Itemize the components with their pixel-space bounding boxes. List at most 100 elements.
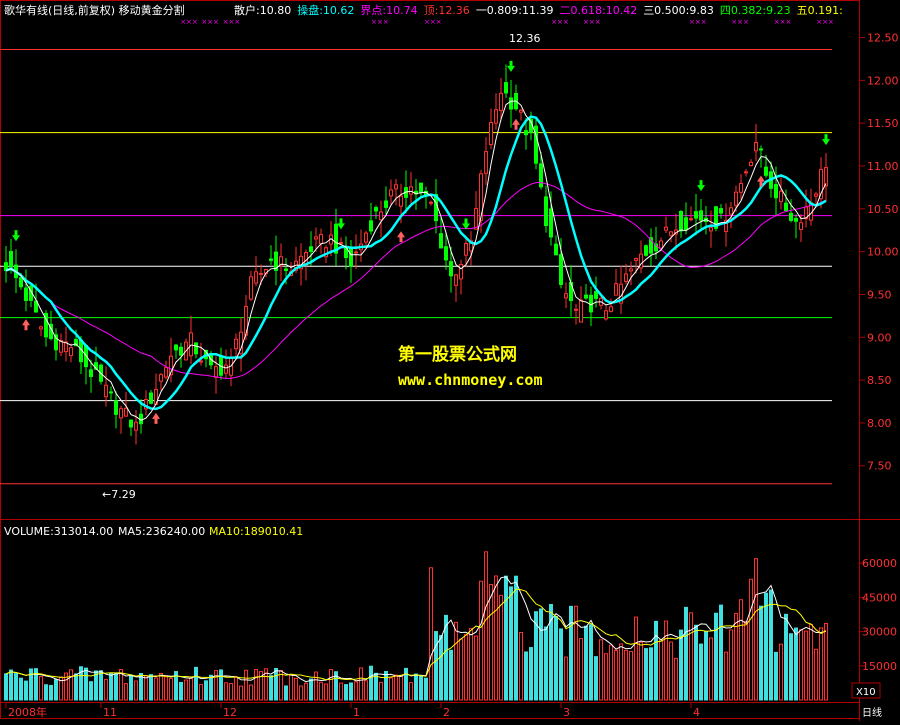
candle-body	[774, 184, 778, 199]
volume-bars	[4, 551, 828, 701]
volume-bar	[414, 673, 418, 701]
volume-bar	[494, 575, 498, 701]
candle-body	[604, 310, 608, 320]
price-axis: 12.50 12.00 11.50 11.00 10.50 10.00 9.50 9.00 8.…	[860, 32, 899, 473]
volume-axis: 60000 45000 30000 15000	[860, 557, 897, 673]
volume-bar	[719, 604, 723, 701]
volume-bar	[589, 624, 593, 701]
volume-bar	[254, 669, 258, 701]
candle-body	[199, 360, 203, 363]
candle-body	[319, 234, 323, 245]
volume-bar	[449, 649, 453, 701]
candle-body	[629, 268, 633, 272]
candle-body	[129, 419, 133, 428]
volume-bar	[639, 641, 643, 701]
volume-bar	[684, 606, 688, 701]
volume-bar	[624, 649, 628, 701]
volume-bar	[799, 629, 803, 701]
volume-bar	[419, 675, 423, 701]
price-tick-label: 9.00	[867, 331, 892, 344]
volume-bar	[694, 624, 698, 701]
candle-body	[789, 212, 793, 221]
date-tick-label: 3	[563, 706, 570, 719]
volume-bar	[389, 677, 393, 701]
candle-body	[159, 374, 163, 382]
watermark-url: www.chnmoney.com	[398, 371, 543, 389]
candle-body	[309, 246, 313, 252]
candle-body	[754, 142, 758, 152]
volume-bar	[219, 669, 223, 701]
candle-body	[24, 287, 28, 301]
candle-body	[679, 211, 683, 232]
volume-bar	[294, 677, 298, 701]
volume-bar	[144, 675, 148, 701]
volume-bar	[814, 648, 818, 701]
ma-mid-line	[5, 115, 827, 411]
volume-bar	[209, 674, 213, 701]
candle-body	[69, 347, 73, 357]
volume-bar	[424, 677, 428, 701]
candle-body	[524, 130, 528, 136]
buy-arrow	[397, 231, 405, 243]
price-tick-label: 10.50	[867, 203, 899, 216]
volume-bar	[49, 684, 53, 701]
volume-ma5: MA5:236240.00	[118, 525, 205, 538]
signal-mark: ×××	[424, 18, 442, 26]
volume-bar	[619, 643, 623, 701]
volume-bar	[299, 685, 303, 701]
volume-bar	[349, 682, 353, 701]
date-tick-label: 12	[223, 706, 237, 719]
header-level-6: 二0.618:10.42	[560, 4, 638, 17]
volume-bar	[574, 605, 578, 701]
volume-bar	[439, 635, 443, 701]
kline-chart[interactable]: 歌华有线(日线,前复权) 移动黄金分割 散户:10.80 操盘:10.62 界点:1…	[0, 0, 900, 721]
candle-body	[439, 233, 443, 249]
candle-body	[794, 217, 798, 222]
volume-bar	[224, 682, 228, 701]
volume-bar	[29, 668, 33, 701]
volume-bar	[4, 673, 8, 701]
candle-body	[164, 367, 168, 378]
candle-body	[609, 306, 613, 312]
candle-body	[419, 182, 423, 194]
volume-bar	[234, 676, 238, 701]
candle-body	[489, 122, 493, 146]
header-levels: 散户:10.80 操盘:10.62 界点:10.74 顶:12.36 一0.809:11…	[234, 3, 843, 17]
candle-body	[799, 222, 803, 230]
volume-bar	[384, 670, 388, 701]
chart-title: 歌华有线(日线,前复权) 移动黄金分割	[4, 3, 185, 17]
candle-body	[19, 277, 23, 288]
candle-body	[664, 226, 668, 231]
candle-body	[589, 294, 593, 313]
candle-body	[634, 258, 638, 261]
volume-bar	[804, 630, 808, 701]
volume-bar	[824, 623, 828, 701]
candle-body	[494, 109, 498, 124]
candle-body	[484, 151, 488, 174]
volume-bar	[789, 633, 793, 701]
volume-bar	[434, 631, 438, 701]
header-level-5: 一0.809:11.39	[476, 4, 554, 17]
signal-mark: ×××	[689, 18, 707, 26]
signal-mark: ×××	[731, 18, 749, 26]
date-tick-label: 4	[693, 706, 700, 719]
volume-bar	[739, 599, 743, 701]
volume-bar	[74, 673, 78, 701]
volume-bar	[539, 608, 543, 701]
header-level-8: 四0.382:9.23	[720, 4, 791, 17]
volume-bar	[19, 677, 23, 701]
volume-bar	[584, 625, 588, 701]
volume-bar	[309, 678, 313, 701]
candle-body	[574, 308, 578, 311]
volume-bar	[669, 641, 673, 701]
candle-body	[684, 217, 688, 231]
candle-body	[504, 82, 508, 94]
volume-bar	[524, 651, 528, 701]
candle-body	[749, 161, 753, 167]
volume-bar	[154, 677, 158, 701]
candle-body	[519, 109, 523, 113]
volume-bar	[454, 621, 458, 701]
price-tick-label: 7.50	[867, 460, 892, 473]
volume-bar	[489, 583, 493, 701]
signal-mark: ×××	[774, 18, 792, 26]
